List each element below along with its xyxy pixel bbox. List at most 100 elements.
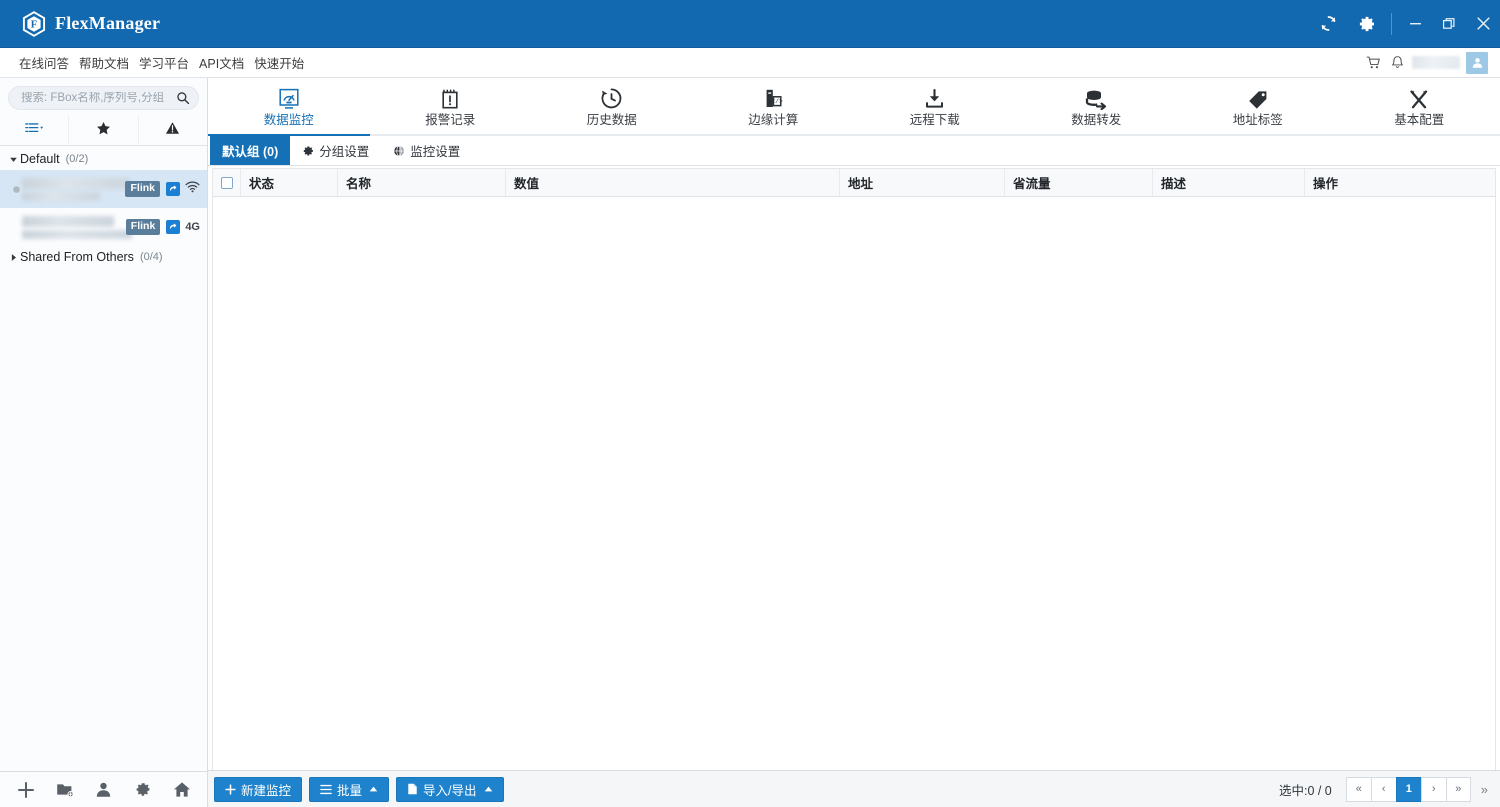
select-all-header[interactable] [213,169,241,196]
sidebar-search-row [0,78,207,116]
tab-label: 基本配置 [1394,112,1445,127]
star-icon [96,121,111,141]
minimize-button[interactable] [1398,0,1432,48]
column-header-traffic[interactable]: 省流量 [1005,169,1153,196]
device-row[interactable]: Flink 4G [0,208,207,246]
edge-compute-icon: </> [762,86,784,110]
pagination-more[interactable]: » [1471,782,1494,797]
notification-bell-icon[interactable] [1385,51,1409,75]
tab-label: 历史数据 [586,112,637,127]
tree-group-default[interactable]: Default (0/2) [0,148,207,170]
list-filter-button[interactable] [0,116,70,145]
wifi-signal-icon [185,180,200,198]
tab-data-forward[interactable]: 数据转发 [1016,78,1178,134]
gear-icon[interactable] [1347,0,1385,48]
tab-edge-compute[interactable]: </> 边缘计算 [693,78,855,134]
device-indicators [166,180,200,198]
column-header-description[interactable]: 描述 [1153,169,1305,196]
network-type-label: 4G [185,221,200,233]
tab-label: 数据转发 [1071,112,1122,127]
chevron-down-icon[interactable] [6,155,20,164]
search-box[interactable] [8,86,199,110]
home-icon[interactable] [167,775,197,805]
sidebar-filter-row [0,116,207,146]
menu-item-quick-start[interactable]: 快速开始 [249,50,309,75]
search-icon[interactable] [176,91,190,105]
close-button[interactable] [1466,0,1500,48]
device-name-container [22,215,132,239]
sidebar: Default (0/2) Flink [0,78,208,807]
tree-group-count: (0/2) [65,153,89,165]
maximize-button[interactable] [1432,0,1466,48]
tab-basic-config[interactable]: 基本配置 [1339,78,1500,134]
new-monitor-button[interactable]: 新建监控 [214,776,303,802]
column-header-actions[interactable]: 操作 [1305,169,1495,196]
column-header-address[interactable]: 地址 [840,169,1005,196]
column-header-status[interactable]: 状态 [241,169,338,196]
svg-text:F: F [31,19,37,30]
chevron-up-icon [369,786,378,792]
subtab-label: 默认组 (0) [222,145,279,159]
add-icon[interactable] [11,775,41,805]
device-status-dot-icon [10,184,22,195]
import-export-button[interactable]: 导入/导出 [396,776,504,802]
tab-address-tag[interactable]: 地址标签 [1177,78,1339,134]
pagination-prev[interactable]: ‹ [1370,776,1396,802]
data-monitor-icon [277,86,301,110]
username-label [1412,56,1460,69]
tab-data-monitor[interactable]: 数据监控 [208,78,370,136]
subtab-default-group[interactable]: 默认组 (0) [210,136,291,165]
select-all-checkbox[interactable] [220,176,233,189]
menu-item-learning-platform[interactable]: 学习平台 [134,50,194,75]
column-header-name[interactable]: 名称 [338,169,506,196]
settings-gear-icon[interactable] [128,775,158,805]
sidebar-bottom-toolbar [0,771,207,807]
device-row[interactable]: Flink [0,170,207,208]
favorites-filter-button[interactable] [69,116,139,145]
warning-triangle-icon [165,121,180,140]
menu-item-online-qa[interactable]: 在线问答 [14,50,74,75]
subtab-group-settings[interactable]: 分组设置 [290,136,381,165]
menu-item-api-docs[interactable]: API文档 [194,50,249,75]
menu-item-help-docs[interactable]: 帮助文档 [74,50,134,75]
tree-group-count: (0/4) [139,251,163,263]
device-name [22,215,114,227]
add-folder-icon[interactable] [50,775,80,805]
tab-label: 边缘计算 [748,112,799,127]
basic-config-icon [1408,86,1430,110]
tab-alarm-records[interactable]: 报警记录 [370,78,532,134]
plus-icon [225,783,236,795]
batch-button[interactable]: 批量 [309,776,390,802]
svg-text:</>: </> [772,98,783,105]
globe-icon [393,145,405,157]
tab-label: 数据监控 [263,112,314,127]
gear-icon [302,145,314,157]
device-remote-icon[interactable] [166,220,181,234]
device-name-container [22,177,130,201]
tree-group-shared-from-others[interactable]: Shared From Others (0/4) [0,246,207,268]
subtab-monitor-settings[interactable]: 监控设置 [381,136,472,165]
tab-remote-download[interactable]: 远程下载 [854,78,1016,134]
sub-tabstrip: 默认组 (0) 分组设置 监控设置 [208,136,1500,166]
button-label: 批量 [337,783,363,798]
refresh-icon[interactable] [1309,0,1347,48]
column-header-value[interactable]: 数值 [506,169,840,196]
search-input[interactable] [21,92,176,104]
shopping-cart-icon[interactable] [1361,51,1385,75]
pagination-next[interactable]: › [1420,776,1446,802]
chevron-right-icon[interactable] [6,253,20,262]
tab-history-data[interactable]: 历史数据 [531,78,693,134]
device-remote-icon[interactable] [166,182,180,196]
device-badge: Flink [125,219,161,235]
menu-bar: 在线问答 帮助文档 学习平台 API文档 快速开始 [0,48,1500,78]
tab-label: 报警记录 [425,112,476,127]
user-icon[interactable] [89,775,119,805]
pagination-first[interactable]: « [1345,776,1371,802]
device-serial [22,229,132,239]
pagination-last[interactable]: » [1445,776,1471,802]
avatar[interactable] [1466,51,1488,74]
monitor-table: 状态 名称 数值 地址 省流量 描述 操作 [212,168,1496,770]
alarm-filter-button[interactable] [139,116,207,145]
pagination-page-1[interactable]: 1 [1395,776,1421,802]
subtab-label: 分组设置 [319,145,370,159]
